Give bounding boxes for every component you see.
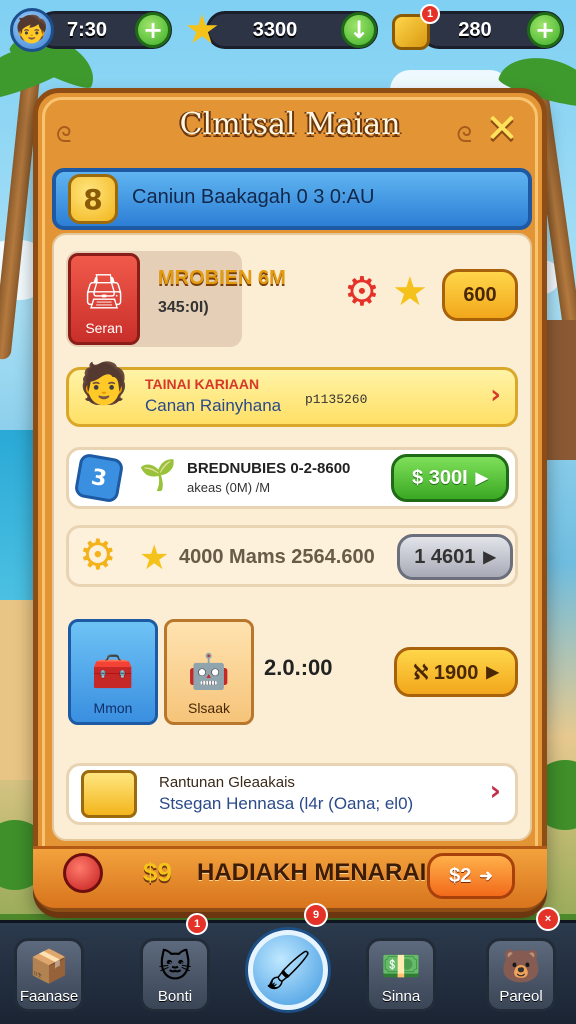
mission-row[interactable]: 🧑 TAINAI KARIAAN Canan Rainyhana p113526… bbox=[66, 361, 518, 427]
nav-label: Bonti bbox=[157, 988, 193, 1005]
chest-icon: 📦 bbox=[29, 947, 69, 985]
row-text: 4000 Mams 2564.600 bbox=[179, 546, 375, 568]
mission-row: 3 🌱 BREDNUBIES 0-2-8600 akeas (0M) /M $ … bbox=[66, 447, 518, 509]
arrow-right-icon: ➜ bbox=[479, 868, 493, 885]
row-title: MROBIEN 6M bbox=[158, 267, 286, 289]
item-tile-label: Mmon bbox=[93, 700, 133, 716]
upgrade-button[interactable]: ℵ 1900 ▶ bbox=[394, 647, 518, 697]
coin-gear-icon: ⚙ bbox=[79, 530, 117, 579]
mission-row: 🖨 Seran MROBIEN 6M 345:0I) ⚙ ★ 600 bbox=[66, 251, 518, 347]
item-tile-label: Seran bbox=[85, 320, 123, 336]
nav-item-faanase[interactable]: 📦 Faanase bbox=[14, 938, 84, 1012]
claim-button[interactable]: 600 bbox=[442, 269, 518, 321]
nav-badge: × bbox=[536, 907, 560, 931]
play-arrow-icon: ▶ bbox=[483, 549, 496, 566]
bottom-nav: 📦 Faanase 🐱 Bonti 1 🖌 9 💵 Sinna 🐻 Pareol… bbox=[0, 903, 576, 1024]
row-title: TAINAI KARIAAN bbox=[145, 376, 260, 392]
cat-icon: 🐱 bbox=[158, 947, 192, 985]
star-icon: ★ bbox=[139, 538, 170, 578]
gold-value: 280 bbox=[458, 18, 492, 41]
nav-badge: 1 bbox=[186, 913, 208, 935]
stars-value: 3300 bbox=[252, 18, 298, 41]
reward-text: HADIAKH MENARAIK bbox=[197, 859, 444, 886]
level-badge: 3 bbox=[73, 452, 125, 504]
stars-down-button[interactable]: ↓ bbox=[341, 12, 377, 48]
play-arrow-icon: ▶ bbox=[486, 664, 499, 681]
item-tile[interactable]: 🖨 Seran bbox=[68, 253, 140, 345]
row-value: 2.0.:00 bbox=[264, 655, 333, 680]
add-time-button[interactable]: + bbox=[135, 12, 171, 48]
row-extra: p1135260 bbox=[305, 392, 368, 407]
upgrade-button-label: ℵ 1900 bbox=[413, 661, 479, 684]
reward-prefix: $9 bbox=[143, 857, 172, 887]
row-subtitle: 345:0I) bbox=[158, 299, 209, 316]
chevron-right-icon[interactable]: › bbox=[489, 774, 501, 807]
reward-button[interactable]: $2 ➜ bbox=[427, 853, 515, 899]
reward-button-label: $2 bbox=[449, 864, 472, 887]
coin-icon: 8 bbox=[68, 174, 118, 224]
swirl-ornament-icon: ᘓ bbox=[456, 123, 473, 148]
nav-item-sinna[interactable]: 💵 Sinna bbox=[366, 938, 436, 1012]
row-title: Rantunan Gleaakais bbox=[159, 774, 295, 791]
mission-row: ⚙ ★ 4000 Mams 2564.600 1 4601 ▶ bbox=[66, 525, 518, 587]
gift-icon bbox=[63, 853, 103, 893]
row-subtitle: Stsegan Hennasa (l4r (Oana; el0) bbox=[159, 794, 414, 813]
gold-counter: 280 + bbox=[420, 11, 564, 49]
mission-row: 🧰 Mmon 🤖 Slsaak 2.0.:00 ℵ 1900 ▶ bbox=[66, 615, 518, 727]
robot-icon: 🤖 bbox=[187, 653, 231, 691]
add-gold-button[interactable]: + bbox=[527, 12, 563, 48]
mission-panel: ᘓ Clmtsal Maian ᘓ ✕ 8 Caniun Baakagah 0 … bbox=[33, 88, 547, 912]
locked-button[interactable]: 1 4601 ▶ bbox=[397, 534, 513, 580]
treasure-icon bbox=[81, 770, 137, 818]
play-arrow-icon: ▶ bbox=[475, 470, 488, 487]
nav-item-bonti[interactable]: 🐱 Bonti bbox=[140, 938, 210, 1012]
buy-button[interactable]: $ 300I ▶ bbox=[391, 454, 509, 502]
reward-strip: $9 HADIAKH MENARAIK $2 ➜ bbox=[33, 846, 547, 908]
brush-icon: 🖌 bbox=[263, 947, 313, 992]
time-counter: 7:30 + bbox=[36, 11, 172, 49]
nav-item-pareol[interactable]: 🐻 Pareol bbox=[486, 938, 556, 1012]
nav-item-center[interactable]: 🖌 bbox=[248, 930, 328, 1010]
nav-label: Pareol bbox=[499, 988, 543, 1005]
gear-icon: ⚙ bbox=[344, 269, 380, 315]
panel-content: 🖨 Seran MROBIEN 6M 345:0I) ⚙ ★ 600 🧑 TAI… bbox=[52, 233, 532, 841]
nav-badge: 9 bbox=[304, 903, 328, 927]
cash-icon: 💵 bbox=[381, 947, 421, 985]
mission-row[interactable]: Rantunan Gleaakais Stsegan Hennasa (l4r … bbox=[66, 763, 518, 825]
row-subtitle: akeas (0M) /M bbox=[187, 480, 271, 495]
nav-label: Sinna bbox=[381, 988, 421, 1005]
nav-label: Faanase bbox=[19, 988, 79, 1005]
gold-badge: 1 bbox=[420, 4, 440, 24]
locked-button-label: 1 4601 bbox=[414, 545, 476, 568]
row-subtitle: Canan Rainyhana bbox=[145, 396, 282, 415]
character-icon: 🧑 bbox=[79, 361, 129, 407]
plant-icon: 🌱 bbox=[139, 458, 177, 493]
bear-icon: 🐻 bbox=[501, 947, 541, 985]
item-tile[interactable]: 🤖 Slsaak bbox=[164, 619, 254, 725]
machine-icon: 🖨 bbox=[82, 273, 126, 311]
close-button[interactable]: ✕ bbox=[482, 109, 522, 149]
chevron-right-icon[interactable]: › bbox=[490, 380, 501, 410]
item-tile-label: Slsaak bbox=[187, 700, 231, 716]
info-banner: 8 Caniun Baakagah 0 3 0:AU bbox=[52, 168, 532, 230]
top-hud: 7:30 + 🧒 3300 ↓ ★ 280 + 1 bbox=[0, 4, 576, 54]
buy-button-label: $ 300I bbox=[412, 466, 468, 489]
star-icon: ★ bbox=[184, 7, 220, 53]
star-icon: ★ bbox=[392, 269, 428, 315]
stars-counter: 3300 ↓ bbox=[206, 11, 378, 49]
row-title: BREDNUBIES 0-2-8600 bbox=[187, 460, 351, 477]
item-tile[interactable]: 🧰 Mmon bbox=[68, 619, 158, 725]
chest-icon: 🧰 bbox=[91, 653, 135, 691]
banner-text: Caniun Baakagah 0 3 0:AU bbox=[132, 186, 375, 208]
avatar-icon[interactable]: 🧒 bbox=[10, 8, 54, 52]
